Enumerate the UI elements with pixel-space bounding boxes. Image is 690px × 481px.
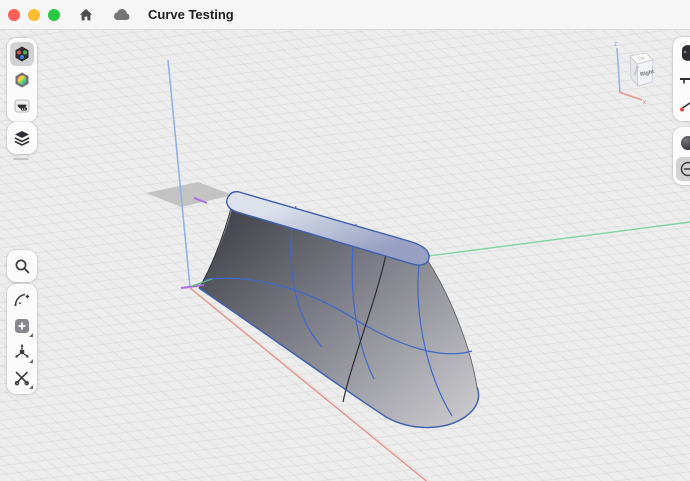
expand-button[interactable] [48,9,60,21]
home-button[interactable] [78,7,94,23]
viewcube-axis-x [619,92,642,100]
modify-tools-button[interactable] [10,366,34,390]
viewcube-cube[interactable]: Top Front Right [630,53,655,86]
appearance-panel [7,38,37,122]
sketch-arc-icon [13,291,31,309]
viewcube-x-label: x [643,100,646,106]
sketch-arc-button[interactable] [10,288,34,312]
viewcube-z-label: z [614,42,617,48]
ruler-button[interactable] [676,67,690,91]
color-bodies-icon [13,45,31,63]
cloud-sync-icon [112,7,132,22]
ruler-icon [679,70,690,88]
minimize-button[interactable] [28,9,40,21]
search-panel [7,250,37,282]
scene-canvas[interactable] [0,30,690,481]
home-icon [78,7,94,23]
layers-panel [7,122,37,154]
material-icon [13,71,31,89]
flyout-indicator [29,385,33,389]
tools-panel [7,284,37,394]
view-settings-button[interactable] [676,157,690,181]
sidebar-divider [13,158,29,160]
axis-z-blue [168,60,190,287]
items-panel-icon [679,44,690,62]
viewcube-axis-z [617,48,620,93]
view-cube[interactable]: z x Top Front Right [600,38,670,110]
traffic-lights [8,9,60,21]
environment-icon [13,97,31,115]
flyout-indicator [29,359,33,363]
viewport-3d[interactable] [0,30,690,481]
color-bodies-button[interactable] [10,42,34,66]
document-title: Curve Testing [148,7,234,22]
close-button[interactable] [8,9,20,21]
measure-panel [673,37,690,121]
construction-plane[interactable] [146,182,233,207]
transform-button[interactable] [10,340,34,364]
shading-button[interactable] [676,131,690,155]
items-panel-button[interactable] [676,41,690,65]
titlebar: Curve Testing [0,0,690,30]
display-panel [673,127,690,185]
search-icon [14,258,31,275]
material-button[interactable] [10,68,34,92]
add-body-button[interactable] [10,314,34,338]
view-settings-icon [679,160,690,178]
measure-icon [679,96,690,114]
flyout-indicator [29,333,33,337]
search-button[interactable] [10,254,34,278]
environment-button[interactable] [10,94,34,118]
layers-button[interactable] [10,126,34,150]
shading-sphere-icon [679,134,690,152]
cloud-sync-button[interactable] [112,7,132,22]
layers-icon [13,129,31,147]
measure-button[interactable] [676,93,690,117]
